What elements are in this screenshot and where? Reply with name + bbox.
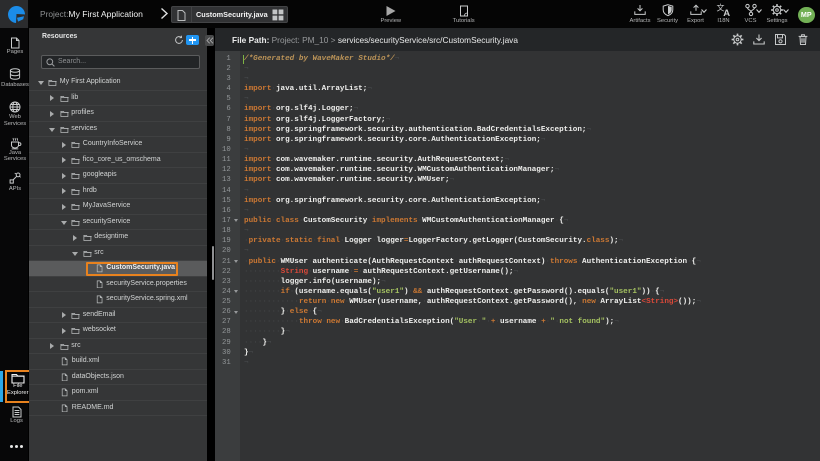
svg-text:A: A <box>723 8 730 17</box>
